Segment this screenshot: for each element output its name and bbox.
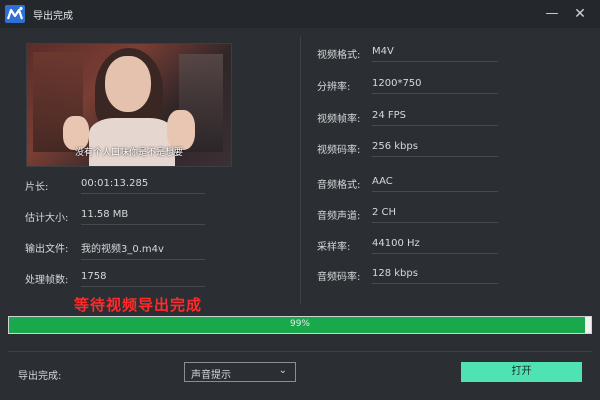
video-format-label: 视频格式:: [317, 50, 361, 61]
audio-bitrate-label: 音频码率:: [317, 272, 361, 283]
column-divider: [300, 36, 301, 304]
duration-value: 00:01:13.285: [81, 178, 205, 194]
frames-label: 处理帧数:: [25, 275, 69, 286]
size-label: 估计大小:: [25, 213, 69, 224]
on-complete-select-value: 声音提示: [191, 370, 231, 381]
audio-format-label: 音频格式:: [317, 180, 361, 191]
on-complete-label: 导出完成:: [18, 371, 62, 382]
video-preview: 没有个人口味你是不是想要: [26, 43, 232, 167]
output-file-value: 我的视频3_0.m4v: [81, 240, 205, 260]
minimize-button[interactable]: —: [542, 4, 562, 24]
video-bitrate-label: 视频码率:: [317, 145, 361, 156]
video-bitrate-value: 256 kbps: [372, 141, 498, 157]
audio-bitrate-value: 128 kbps: [372, 268, 498, 284]
size-value: 11.58 MB: [81, 209, 205, 225]
export-wait-notice: 等待视频导出完成: [74, 296, 203, 314]
duration-label: 片长:: [25, 182, 49, 193]
open-button[interactable]: 打开: [461, 362, 582, 382]
audio-format-value: AAC: [372, 176, 498, 192]
frame-rate-label: 视频帧率:: [317, 114, 361, 125]
export-progress-bar: 99%: [8, 316, 592, 334]
frames-value: 1758: [81, 271, 205, 287]
window-title: 导出完成: [33, 10, 73, 22]
progress-percent: 99%: [289, 319, 310, 329]
resolution-value: 1200*750: [372, 78, 498, 94]
video-format-value: M4V: [372, 46, 498, 62]
sample-rate-label: 采样率:: [317, 242, 351, 253]
audio-channel-label: 音频声道:: [317, 211, 361, 222]
resolution-label: 分辨率:: [317, 82, 351, 93]
frame-rate-value: 24 FPS: [372, 110, 498, 126]
video-subtitle: 没有个人口味你是不是想要: [74, 148, 183, 158]
close-button[interactable]: ✕: [570, 4, 590, 24]
title-bar: 导出完成 — ✕: [0, 0, 600, 28]
output-file-label: 输出文件:: [25, 244, 69, 255]
chevron-down-icon: ⌄: [278, 365, 287, 376]
sample-rate-value: 44100 Hz: [372, 238, 498, 254]
on-complete-select[interactable]: 声音提示 ⌄: [184, 362, 296, 382]
footer-divider: [8, 351, 592, 352]
app-logo-icon: [5, 5, 25, 23]
audio-channel-value: 2 CH: [372, 207, 498, 223]
